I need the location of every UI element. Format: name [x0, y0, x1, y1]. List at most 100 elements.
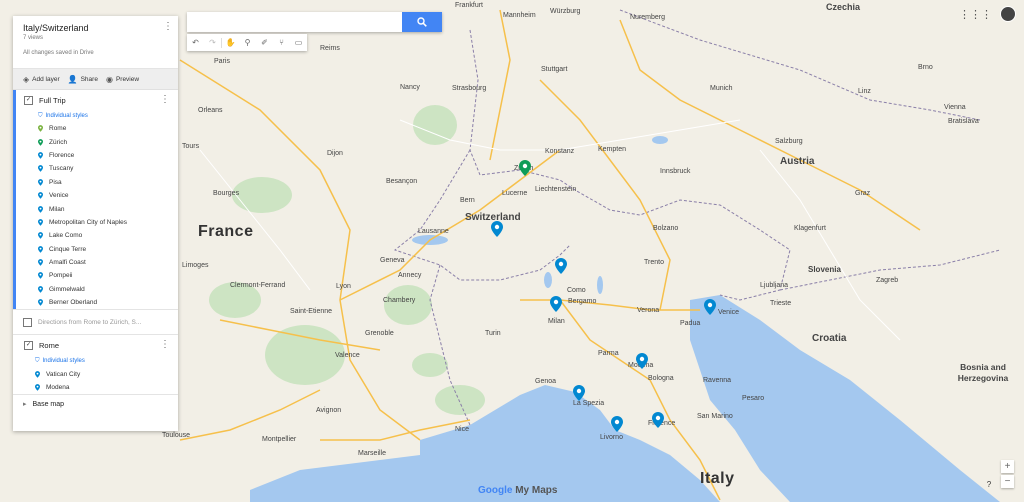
- styles-label: Individual styles: [45, 113, 88, 119]
- zoom-out-button[interactable]: −: [1001, 475, 1014, 488]
- map-label-city: Vienna: [944, 104, 966, 111]
- list-item[interactable]: Venice: [16, 189, 178, 202]
- avatar[interactable]: [1000, 6, 1016, 22]
- map-label-city: Avignon: [316, 407, 342, 414]
- panel-header: Italy/Switzerland 7 views All changes sa…: [13, 16, 178, 69]
- map-label-city: Nice: [455, 426, 470, 433]
- place-marker-icon: [38, 192, 43, 199]
- map-label-city: Linz: [858, 88, 871, 95]
- map-label-city: Padua: [680, 320, 701, 327]
- map-label-city: Turin: [485, 330, 501, 337]
- layer-options-icon[interactable]: ⋮: [160, 93, 170, 107]
- directions-layer[interactable]: Directions from Rome to Zürich, S...: [13, 310, 178, 334]
- panel-toolbar: ◈ Add layer 👤 Share ◉ Preview: [13, 69, 178, 90]
- map-label-city: Venice: [718, 309, 740, 316]
- map-label-city: Como: [567, 287, 586, 294]
- base-map-toggle[interactable]: ▸ Base map: [13, 395, 178, 413]
- map-label-city: Pesaro: [742, 395, 765, 402]
- list-item[interactable]: Gimmelwald: [16, 283, 178, 296]
- list-item[interactable]: Milan: [16, 202, 178, 215]
- layers-icon: ◈: [23, 74, 30, 84]
- list-item[interactable]: Tuscany: [16, 162, 178, 175]
- layer-header[interactable]: ✓ Rome: [13, 335, 178, 355]
- list-item[interactable]: Pisa: [16, 176, 178, 189]
- map-pin-florence[interactable]: [652, 412, 664, 428]
- apps-grid-icon[interactable]: ⋮⋮⋮: [959, 8, 992, 21]
- map-pin-milan[interactable]: [550, 296, 562, 312]
- layer-header[interactable]: ✓ Full Trip: [16, 90, 178, 110]
- share-button[interactable]: 👤 Share: [68, 75, 98, 84]
- map-pin-modena[interactable]: [636, 353, 648, 369]
- list-item[interactable]: Lake Como: [16, 229, 178, 242]
- list-item[interactable]: Berner Oberland: [16, 296, 178, 309]
- map-label-country: Croatia: [812, 333, 847, 344]
- layer-options-icon[interactable]: ⋮: [160, 338, 170, 352]
- list-item-label: Rome: [49, 125, 67, 133]
- list-item[interactable]: Cinque Terre: [16, 243, 178, 256]
- list-item[interactable]: Amalfi Coast: [16, 256, 178, 269]
- list-item[interactable]: Pompeii: [16, 269, 178, 282]
- list-item[interactable]: Rome: [16, 122, 178, 135]
- preview-button[interactable]: ◉ Preview: [106, 75, 139, 84]
- measure-icon[interactable]: ▭: [290, 34, 307, 51]
- list-item-label: Florence: [49, 151, 75, 159]
- draw-line-icon[interactable]: ✐: [256, 34, 273, 51]
- directions-icon[interactable]: ⑂: [273, 34, 290, 51]
- place-marker-icon: [38, 299, 43, 307]
- list-item-label: Metropolitan City of Naples: [49, 218, 128, 226]
- list-item-label: Lake Como: [49, 232, 83, 240]
- place-marker-icon: [35, 370, 40, 378]
- map-tools-toolbar: ↶ ↷ ✋ ⚲ ✐ ⑂ ▭: [187, 34, 307, 51]
- list-item-label: Cinque Terre: [49, 245, 87, 253]
- place-marker-icon: [38, 152, 43, 159]
- logo-brand: Google: [478, 485, 513, 496]
- add-marker-icon[interactable]: ⚲: [239, 34, 256, 51]
- map-pin-pisa[interactable]: [611, 416, 623, 432]
- map-label-city: Saint-Etienne: [290, 308, 333, 315]
- add-layer-label: Add layer: [32, 75, 60, 83]
- search-button[interactable]: [402, 12, 442, 32]
- map-label-country: France: [198, 223, 254, 240]
- map-label-country: Austria: [780, 156, 815, 167]
- list-item-label: Amalfi Coast: [49, 259, 86, 267]
- layer-styles-link[interactable]: ⛉ Individual styles: [16, 110, 178, 122]
- map-pin-cinque-terre[interactable]: [573, 385, 585, 401]
- map-title[interactable]: Italy/Switzerland: [23, 23, 89, 33]
- list-item-label: Pisa: [49, 178, 62, 186]
- map-pin-gimmelwald[interactable]: [491, 221, 503, 237]
- help-icon[interactable]: ?: [984, 480, 994, 490]
- map-label-city: Limoges: [182, 262, 209, 269]
- map-legend-panel: Italy/Switzerland 7 views All changes sa…: [13, 16, 178, 431]
- list-item-label: Gimmelwald: [49, 285, 85, 293]
- map-options-icon[interactable]: ⋮: [163, 20, 173, 34]
- share-label: Share: [80, 75, 98, 83]
- map-label-country: Bosnia and Herzegovina: [957, 362, 1009, 383]
- map-label-city: Ravenna: [703, 377, 732, 384]
- list-item[interactable]: Vatican City: [13, 367, 178, 380]
- map-label-city: Bolzano: [653, 225, 679, 232]
- list-item[interactable]: Metropolitan City of Naples: [16, 216, 178, 229]
- list-item[interactable]: Zürich: [16, 135, 178, 148]
- list-item[interactable]: Modena: [13, 381, 178, 394]
- list-item-label: Zürich: [49, 138, 68, 146]
- map-label-city: Chambery: [383, 297, 416, 304]
- directions-checkbox[interactable]: [23, 317, 32, 327]
- map-label-city: Trieste: [770, 300, 792, 307]
- map-label-city: Reims: [320, 45, 340, 52]
- map-pin-zurich[interactable]: [519, 160, 531, 176]
- search-input[interactable]: [187, 12, 409, 30]
- undo-icon[interactable]: ↶: [187, 34, 204, 51]
- list-item-label: Vatican City: [46, 370, 81, 378]
- list-item[interactable]: Florence: [16, 149, 178, 162]
- layer-visibility-checkbox[interactable]: ✓: [24, 95, 33, 105]
- add-layer-button[interactable]: ◈ Add layer: [23, 75, 60, 84]
- layer-styles-link[interactable]: ⛉ Individual styles: [13, 355, 178, 367]
- hand-select-icon[interactable]: ✋: [222, 34, 239, 51]
- logo-product: My Maps: [512, 485, 558, 496]
- search-box: [187, 12, 442, 32]
- map-pin-lake-como[interactable]: [555, 258, 567, 274]
- redo-icon[interactable]: ↷: [204, 34, 221, 51]
- zoom-in-button[interactable]: +: [1001, 460, 1014, 473]
- map-pin-venice[interactable]: [704, 299, 716, 315]
- layer-visibility-checkbox[interactable]: ✓: [24, 340, 33, 350]
